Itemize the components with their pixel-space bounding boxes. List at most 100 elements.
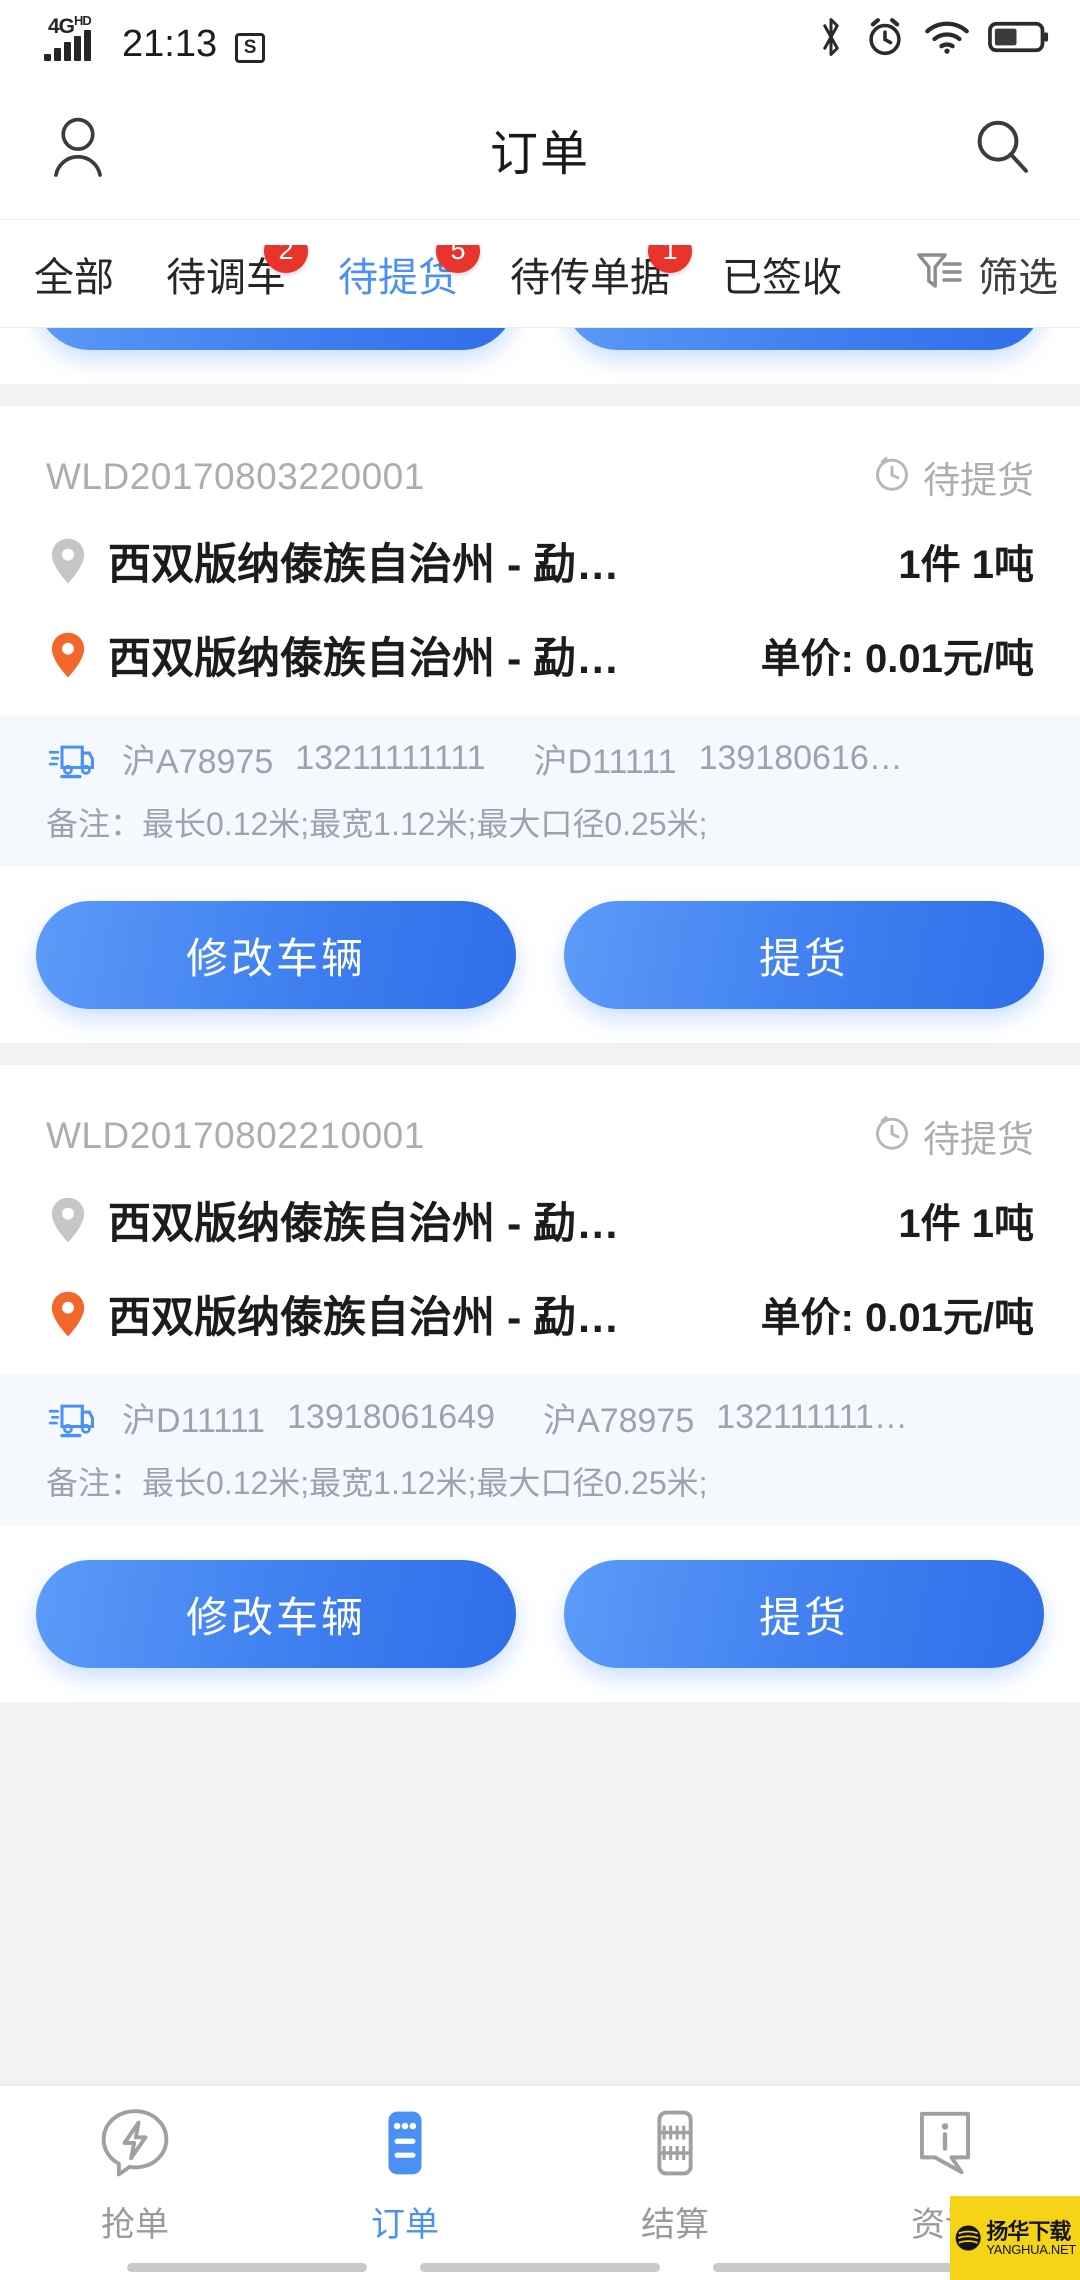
nav-item-orders[interactable]: 订单 [270,2106,540,2246]
status-bar: 4GHD 21:13 S [0,0,1080,78]
vehicle-phone: 13211111111 [295,739,486,777]
tab-pending-dispatch[interactable]: 待调车 2 [140,244,312,303]
vehicle-info-panel: 沪A78975 13211111111 沪D11111 139180616… 备… [0,716,1080,867]
modify-vehicle-button[interactable]: 修改车辆 [36,901,516,1009]
vehicle-plate: 沪D11111 [122,1402,266,1440]
status-badge: 待提货 [873,1109,1034,1163]
order-actions: 修改车辆 提货 [0,1526,1080,1668]
clock-icon [873,454,911,501]
signal-icon: 4GHD [42,13,108,63]
origin-address: 西双版纳傣族自治州 - 勐… [108,541,620,589]
modify-vehicle-button[interactable]: 修改车辆 [36,328,516,350]
clock-icon [873,1113,911,1160]
destination-row: 西双版纳傣族自治州 - 勐… 单价: 0.01元/吨 [0,608,1080,702]
nav-label: 抢单 [101,2206,169,2244]
destination-row: 西双版纳傣族自治州 - 勐… 单价: 0.01元/吨 [0,1267,1080,1361]
tab-label: 全部 [34,255,114,300]
vehicle-line: 沪A78975 13211111111 沪D11111 139180616… [46,734,1034,783]
vehicle-info-panel: 沪D11111 13918061649 沪A78975 132111111… 备… [0,1375,1080,1526]
order-quantity: 1件 1吨 [898,543,1034,587]
watermark-logo-icon [955,2225,981,2251]
order-list-icon [368,2106,442,2185]
vehicle-phone: 139180616… [698,739,903,777]
info-icon [908,2106,982,2185]
unit-price: 单价: 0.01元/吨 [760,1296,1034,1340]
status-bar-right [816,15,1050,64]
destination-pin-icon [46,630,90,680]
nav-item-grab-order[interactable]: 抢单 [0,2106,270,2246]
destination-pin-icon [46,1289,90,1339]
vehicle-phone: 132111111… [716,1398,908,1436]
app-header: 订单 [0,78,1080,220]
vehicle-plate: 沪A78975 [543,1402,695,1440]
order-card-clipped[interactable]: 修改车辆 提货 [0,328,1080,384]
tab-label: 已签收 [722,255,842,300]
pickup-button[interactable]: 提货 [564,328,1044,350]
battery-icon [988,20,1050,59]
order-number: WLD20170803220001 [46,456,425,497]
search-icon [972,116,1032,181]
tab-pending-documents[interactable]: 待传单据 1 [484,244,696,303]
status-badge: 待提货 [873,450,1034,504]
filter-label: 筛选 [978,255,1058,300]
status-bar-clock: 21:13 [122,23,218,65]
bluetooth-icon [816,15,846,64]
order-card[interactable]: WLD20170802210001 待提货 西双版纳傣族自治州 - 勐… 1件 … [0,1065,1080,1702]
watermark-cn: 扬华下载 [986,2218,1071,2244]
abacus-icon [638,2106,712,2185]
person-icon [48,115,108,182]
order-quantity: 1件 1吨 [898,1202,1034,1246]
tab-label: 待传单据 [510,255,670,300]
vehicle-plate: 沪D11111 [533,743,677,781]
nav-label: 结算 [641,2206,709,2244]
order-card-header: WLD20170803220001 待提货 [0,406,1080,514]
grab-order-icon [98,2106,172,2185]
site-watermark: 扬华下载 YANGHUA.NET [950,2196,1080,2280]
status-label: 待提货 [923,1119,1034,1160]
order-card-header: WLD20170802210001 待提货 [0,1065,1080,1173]
network-hd-label: HD [74,13,92,28]
origin-pin-icon [46,536,90,586]
app-screen: 4GHD 21:13 S 订单 全部 待调车 2 待提货 5 待传单据 1 已签… [0,0,1080,2280]
order-actions: 修改车辆 提货 [0,328,1080,350]
origin-row: 西双版纳傣族自治州 - 勐… 1件 1吨 [0,1173,1080,1267]
order-number: WLD20170802210001 [46,1115,425,1156]
order-status-tabs: 全部 待调车 2 待提货 5 待传单据 1 已签收 筛选 [0,220,1080,328]
vehicle-line: 沪D11111 13918061649 沪A78975 132111111… [46,1393,1034,1442]
watermark-en: YANGHUA.NET [986,2241,1076,2257]
tab-pending-pickup[interactable]: 待提货 5 [312,244,484,303]
search-button[interactable] [964,111,1040,187]
profile-button[interactable] [40,111,116,187]
modify-vehicle-button[interactable]: 修改车辆 [36,1560,516,1668]
page-title: 订单 [489,127,590,181]
wifi-icon [924,18,970,61]
origin-address: 西双版纳傣族自治州 - 勐… [108,1200,620,1248]
truck-icon [46,1396,100,1440]
navigation-hint-bars [0,2263,1080,2272]
pickup-button[interactable]: 提货 [564,1560,1044,1668]
bottom-navigation: 抢单 订单 结算 资讯 [0,2084,1080,2280]
destination-address: 西双版纳傣族自治州 - 勐… [108,635,620,683]
filter-button[interactable]: 筛选 [902,220,1080,327]
filter-icon [912,243,968,304]
unit-price: 单价: 0.01元/吨 [760,637,1034,681]
destination-address: 西双版纳傣族自治州 - 勐… [108,1294,620,1342]
tab-signed[interactable]: 已签收 [696,245,868,303]
order-card[interactable]: WLD20170803220001 待提货 西双版纳傣族自治州 - 勐… 1件 … [0,406,1080,1043]
status-bar-left: 4GHD 21:13 S [42,13,266,65]
pickup-button[interactable]: 提货 [564,901,1044,1009]
tab-all[interactable]: 全部 [8,245,140,303]
alarm-icon [864,16,906,63]
tabs-scroll-container[interactable]: 全部 待调车 2 待提货 5 待传单据 1 已签收 [0,244,902,303]
vehicle-phone: 13918061649 [287,1398,496,1436]
sim-badge-icon: S [235,33,266,63]
vehicle-plate: 沪A78975 [122,743,274,781]
status-label: 待提货 [923,460,1034,501]
order-remark: 备注：最长0.12米;最宽1.12米;最大口径0.25米; [46,806,708,842]
order-list[interactable]: 修改车辆 提货 WLD20170803220001 待提货 [0,328,1080,2084]
watermark-text: 扬华下载 YANGHUA.NET [986,2220,1076,2257]
truck-icon [46,737,100,781]
nav-label: 订单 [371,2206,439,2244]
order-remark: 备注：最长0.12米;最宽1.12米;最大口径0.25米; [46,1465,708,1501]
nav-item-settlement[interactable]: 结算 [540,2106,810,2246]
